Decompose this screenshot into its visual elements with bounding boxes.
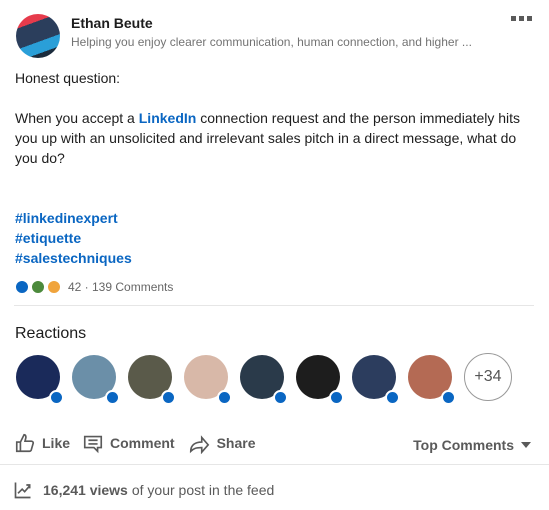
reactor-avatar[interactable] [240,355,288,405]
sort-comments-dropdown[interactable]: Top Comments [413,437,531,453]
reactor-avatar[interactable] [16,355,64,405]
divider [0,464,549,465]
like-badge-icon [217,390,232,405]
like-badge-icon [49,390,64,405]
like-badge-icon [105,390,120,405]
more-reactors-button[interactable]: +34 [464,353,512,401]
reactor-avatar[interactable] [408,355,456,405]
share-icon [189,435,209,454]
counts-text[interactable]: 42 · 139 Comments [68,280,173,294]
more-options-icon[interactable] [511,16,532,21]
divider [14,305,534,306]
like-badge-icon [329,390,344,405]
reactor-avatar[interactable] [184,355,232,405]
hashtag-link[interactable]: #salestechniques [15,248,132,268]
comment-label: Comment [110,435,175,451]
post-line-1: Honest question: [15,70,121,86]
caret-down-icon [521,442,531,448]
author-headline: Helping you enjoy clearer communication,… [71,35,472,49]
post-views[interactable]: 16,241 views of your post in the feed [13,480,274,500]
text: When you accept a [15,110,139,126]
thumbs-up-icon [15,433,35,453]
post-paragraph-2: When you accept a LinkedIn connection re… [15,108,535,168]
like-badge-icon [385,390,400,405]
like-badge-icon [441,390,456,405]
sort-label: Top Comments [413,437,514,453]
hashtag-link[interactable]: #etiquette [15,228,132,248]
analytics-chart-icon [14,482,31,499]
post-header: Ethan Beute Helping you enjoy clearer co… [16,14,536,58]
reactions-title: Reactions [15,325,87,342]
like-badge-icon [161,390,176,405]
share-button[interactable]: Share [187,432,256,454]
like-label: Like [42,435,71,451]
views-count: 16,241 views [43,482,128,498]
reactor-avatar[interactable] [128,355,176,405]
action-bar: Like Comment Share [14,432,268,454]
author-avatar[interactable] [16,14,60,58]
comment-icon [83,435,103,454]
like-badge-icon [273,390,288,405]
post-body: Honest question: When you accept a Linke… [15,68,535,188]
reactor-avatar[interactable] [72,355,120,405]
linkedin-mention-link[interactable]: LinkedIn [139,110,197,126]
hashtag-link[interactable]: #linkedinexpert [15,208,132,228]
like-reaction-icon [15,280,29,294]
views-suffix: of your post in the feed [131,482,275,498]
comment-button[interactable]: Comment [82,432,175,454]
hashtags: #linkedinexpert #etiquette #salestechniq… [15,208,132,268]
reactor-avatar[interactable] [352,355,400,405]
share-label: Share [216,435,256,451]
like-button[interactable]: Like [14,432,70,454]
support-reaction-icon [31,280,45,294]
social-counts[interactable]: 42 · 139 Comments [15,280,173,294]
reactor-avatar[interactable] [296,355,344,405]
author-name[interactable]: Ethan Beute [71,14,472,32]
insightful-reaction-icon [47,280,61,294]
reactors-list: +34 [16,353,512,405]
